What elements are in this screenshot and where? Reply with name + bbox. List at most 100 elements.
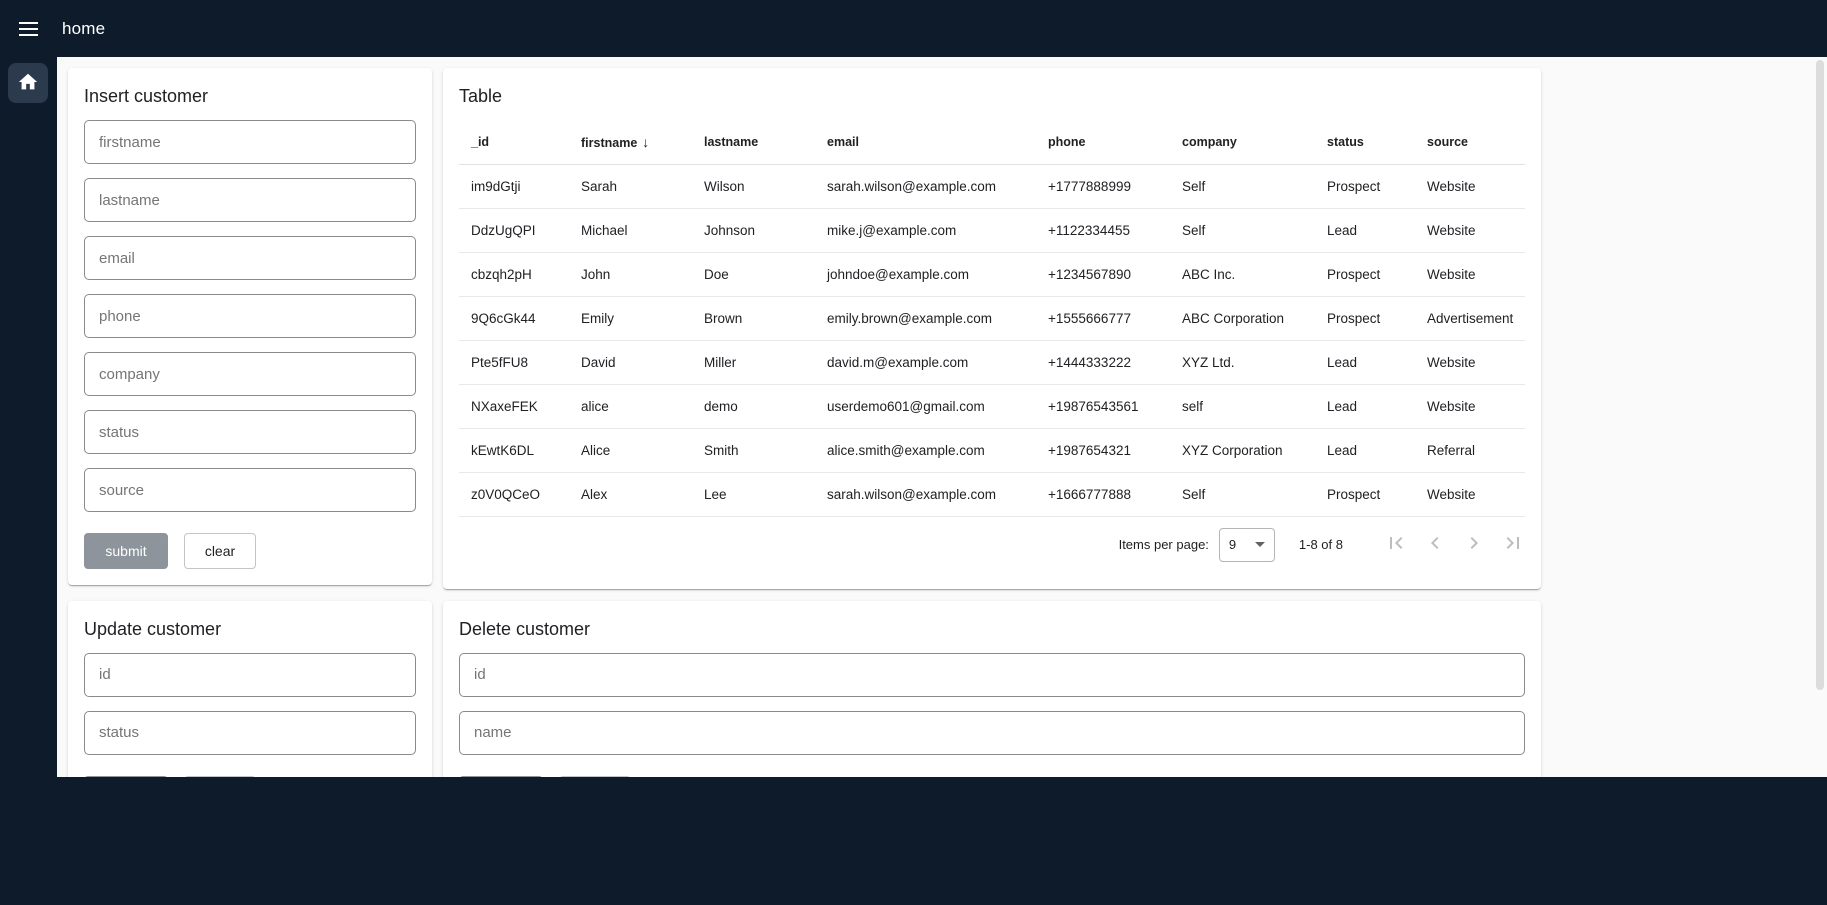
column-header-phone[interactable]: phone: [1036, 120, 1170, 164]
table-cell: +19876543561: [1036, 384, 1170, 428]
page-range-label: 1-8 of 8: [1299, 537, 1343, 552]
update-status-input[interactable]: [84, 711, 416, 755]
lastname-input[interactable]: [84, 178, 416, 222]
delete-clear-button[interactable]: clear: [559, 776, 631, 778]
column-header-lastname[interactable]: lastname: [692, 120, 815, 164]
table-cell: Advertisement: [1415, 296, 1525, 340]
table-cell: Website: [1415, 252, 1525, 296]
column-header-company[interactable]: company: [1170, 120, 1315, 164]
table-cell: emily.brown@example.com: [815, 296, 1036, 340]
table-cell: Lee: [692, 472, 815, 516]
column-header-status[interactable]: status: [1315, 120, 1415, 164]
table-cell: Michael: [569, 208, 692, 252]
items-per-page-label: Items per page:: [1119, 537, 1209, 552]
column-header-email[interactable]: email: [815, 120, 1036, 164]
table-cell: Pte5fFU8: [459, 340, 569, 384]
update-customer-card: Update customer submit clear: [68, 601, 432, 778]
update-submit-button[interactable]: submit: [84, 776, 168, 778]
table-row: kEwtK6DL Alice Smith alice.smith@example…: [459, 428, 1525, 472]
status-input[interactable]: [84, 410, 416, 454]
page-size-select[interactable]: 9: [1219, 528, 1275, 562]
delete-id-input[interactable]: [459, 653, 1525, 697]
sidebar: [0, 57, 57, 777]
table-cell: Alice: [569, 428, 692, 472]
table-cell: Prospect: [1315, 296, 1415, 340]
last-page-button[interactable]: [1501, 533, 1525, 557]
table-cell: Prospect: [1315, 252, 1415, 296]
table-row: Pte5fFU8 David Miller david.m@example.co…: [459, 340, 1525, 384]
table-cell: Self: [1170, 472, 1315, 516]
table-cell: Smith: [692, 428, 815, 472]
column-header-id[interactable]: _id: [459, 120, 569, 164]
delete-name-input[interactable]: [459, 711, 1525, 755]
table-row: cbzqh2pH John Doe johndoe@example.com +1…: [459, 252, 1525, 296]
scrollbar[interactable]: [1813, 57, 1827, 777]
table-cell: kEwtK6DL: [459, 428, 569, 472]
email-input[interactable]: [84, 236, 416, 280]
previous-page-button[interactable]: [1423, 533, 1447, 557]
table-cell: alice: [569, 384, 692, 428]
table-cell: +1555666777: [1036, 296, 1170, 340]
table-paginator: Items per page: 9 1-8 of 8: [459, 517, 1525, 573]
next-page-button[interactable]: [1462, 533, 1486, 557]
delete-submit-button[interactable]: submit: [459, 776, 543, 778]
column-header-source[interactable]: source: [1415, 120, 1525, 164]
table-cell: Website: [1415, 208, 1525, 252]
table-cell: im9dGtji: [459, 164, 569, 208]
scrollbar-thumb[interactable]: [1816, 60, 1824, 690]
table-title: Table: [459, 84, 1525, 108]
chevron-left-icon: [1423, 531, 1447, 558]
table-cell: Self: [1170, 208, 1315, 252]
insert-submit-button[interactable]: submit: [84, 533, 168, 569]
chevron-right-icon: [1462, 531, 1486, 558]
menu-icon[interactable]: [8, 9, 48, 49]
update-clear-button[interactable]: clear: [184, 776, 256, 778]
table-cell: sarah.wilson@example.com: [815, 472, 1036, 516]
table-cell: Sarah: [569, 164, 692, 208]
table-cell: demo: [692, 384, 815, 428]
table-cell: Alex: [569, 472, 692, 516]
table-row: 9Q6cGk44 Emily Brown emily.brown@example…: [459, 296, 1525, 340]
first-page-icon: [1384, 531, 1408, 558]
main-content: Insert customer submit clear Table: [57, 57, 1827, 777]
table-cell: ABC Corporation: [1170, 296, 1315, 340]
table-cell: +1234567890: [1036, 252, 1170, 296]
table-cell: XYZ Ltd.: [1170, 340, 1315, 384]
table-row: DdzUgQPI Michael Johnson mike.j@example.…: [459, 208, 1525, 252]
insert-customer-title: Insert customer: [84, 84, 416, 108]
delete-customer-title: Delete customer: [459, 617, 1525, 641]
table-cell: Brown: [692, 296, 815, 340]
table-cell: Prospect: [1315, 472, 1415, 516]
table-cell: XYZ Corporation: [1170, 428, 1315, 472]
firstname-input[interactable]: [84, 120, 416, 164]
source-input[interactable]: [84, 468, 416, 512]
column-header-firstname[interactable]: firstname↓: [569, 120, 692, 164]
update-id-input[interactable]: [84, 653, 416, 697]
table-cell: z0V0QCeO: [459, 472, 569, 516]
table-cell: Lead: [1315, 384, 1415, 428]
table-cell: userdemo601@gmail.com: [815, 384, 1036, 428]
table-cell: +1987654321: [1036, 428, 1170, 472]
page-title: home: [62, 19, 105, 39]
table-cell: alice.smith@example.com: [815, 428, 1036, 472]
table-cell: self: [1170, 384, 1315, 428]
first-page-button[interactable]: [1384, 533, 1408, 557]
insert-clear-button[interactable]: clear: [184, 533, 256, 569]
table-cell: Doe: [692, 252, 815, 296]
table-cell: John: [569, 252, 692, 296]
company-input[interactable]: [84, 352, 416, 396]
table-cell: David: [569, 340, 692, 384]
delete-customer-card: Delete customer submit clear: [443, 601, 1541, 778]
sidebar-item-home[interactable]: [8, 63, 48, 103]
table-cell: Website: [1415, 384, 1525, 428]
customers-table: _id firstname↓ lastname email phone comp…: [459, 120, 1525, 517]
phone-input[interactable]: [84, 294, 416, 338]
table-cell: +1122334455: [1036, 208, 1170, 252]
table-cell: 9Q6cGk44: [459, 296, 569, 340]
chevron-down-icon: [1255, 542, 1265, 547]
table-cell: sarah.wilson@example.com: [815, 164, 1036, 208]
table-cell: Lead: [1315, 208, 1415, 252]
table-cell: NXaxeFEK: [459, 384, 569, 428]
table-cell: Miller: [692, 340, 815, 384]
sort-arrow-icon: ↓: [642, 134, 649, 150]
